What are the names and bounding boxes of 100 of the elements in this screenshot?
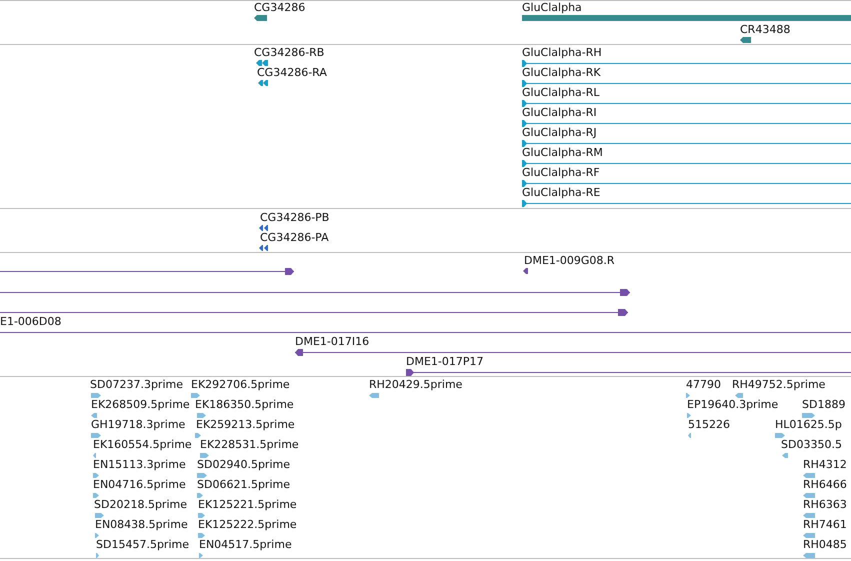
feature-label[interactable]: GluClalpha-RK [522,66,601,79]
est-marker[interactable] [198,532,205,538]
est-marker[interactable] [191,392,200,398]
transcript-glyph[interactable] [522,80,851,86]
est-marker[interactable] [687,412,691,418]
feature-label[interactable]: RH4312 [803,458,847,471]
est-marker[interactable] [803,552,815,558]
feature-label[interactable]: SD15457.5prime [96,538,189,551]
feature-label[interactable]: RH49752.5prime [732,378,826,391]
feature-label[interactable]: EK259213.5prime [196,418,295,431]
est-marker[interactable] [195,432,201,438]
feature-label[interactable]: CG34286-RA [257,66,327,79]
est-marker[interactable] [686,392,690,398]
feature-label[interactable]: EK160554.5prime [93,438,192,451]
feature-label[interactable]: SD1889 [802,398,846,411]
est-marker[interactable] [198,512,205,518]
feature-label[interactable]: DME1-017P17 [406,355,484,368]
feature-label[interactable]: DME1-009G08.R [524,254,615,267]
feature-label[interactable]: EK228531.5prime [200,438,299,451]
transcript-glyph[interactable] [522,120,851,126]
est-marker[interactable] [93,492,99,498]
feature-label[interactable]: EN04716.5prime [93,478,186,491]
protein-glyph[interactable] [259,225,268,231]
feature-label[interactable]: SD06621.5prime [197,478,290,491]
est-marker[interactable] [803,532,815,538]
feature-label[interactable]: RH20429.5prime [369,378,462,391]
feature-label[interactable]: CG34286-PB [260,211,330,224]
feature-label[interactable]: 515226 [688,418,730,431]
clone-line[interactable] [0,268,294,274]
est-marker[interactable] [93,472,99,478]
feature-label[interactable]: CR43488 [740,23,790,36]
est-marker[interactable] [688,432,691,438]
feature-label[interactable]: HL01625.5p [775,418,842,431]
est-marker[interactable] [95,532,99,538]
feature-label[interactable]: GluClalpha-RI [522,106,597,119]
est-marker[interactable] [91,392,101,398]
clone-line[interactable] [406,368,851,376]
transcript-glyph[interactable] [522,200,851,206]
transcript-glyph[interactable] [522,160,851,166]
transcript-glyph[interactable] [256,60,268,66]
est-marker[interactable] [91,412,97,418]
feature-label[interactable]: EN04517.5prime [199,538,292,551]
gene-glyph[interactable] [740,37,751,43]
feature-label[interactable]: SD20218.5prime [94,498,187,511]
feature-label[interactable]: RH7461 [803,518,847,531]
feature-label[interactable]: GluClalpha-RE [522,186,600,199]
est-marker[interactable] [197,492,203,498]
est-marker[interactable] [369,392,379,398]
est-marker[interactable] [803,472,815,478]
est-marker[interactable] [96,552,99,558]
protein-glyph[interactable] [259,245,268,251]
feature-label[interactable]: CG34286 [254,1,306,14]
gene-glyph[interactable] [254,15,267,21]
transcript-glyph[interactable] [522,180,851,186]
est-marker[interactable] [200,452,209,458]
est-marker[interactable] [91,432,101,438]
feature-label[interactable]: EK292706.5prime [191,378,290,391]
transcript-glyph[interactable] [258,80,268,86]
feature-label[interactable]: EP19640.3prime [687,398,778,411]
transcript-glyph[interactable] [522,100,851,106]
est-marker[interactable] [95,512,104,518]
feature-label[interactable]: GH19718.3prime [91,418,186,431]
feature-label[interactable]: GluClalpha-RM [522,146,603,159]
feature-label[interactable]: SD07237.3prime [90,378,183,391]
feature-label[interactable]: CG34286-PA [260,231,329,244]
feature-label[interactable]: RH6363 [803,498,847,511]
feature-label[interactable]: GluClalpha [522,1,582,14]
clone-line[interactable] [0,308,628,316]
feature-label[interactable]: EK186350.5prime [195,398,294,411]
feature-label[interactable]: RH0485 [803,538,847,551]
feature-label[interactable]: CG34286-RB [254,46,324,59]
est-marker[interactable] [735,392,743,398]
clone-line[interactable] [295,348,851,356]
clone-line[interactable] [0,288,630,296]
est-marker[interactable] [199,552,203,558]
feature-label[interactable]: EN08438.5prime [95,518,188,531]
feature-label[interactable]: 47790 [686,378,721,391]
est-marker[interactable] [93,452,96,458]
feature-label[interactable]: EK268509.5prime [91,398,190,411]
feature-label[interactable]: GluClalpha-RH [522,46,602,59]
clone-line[interactable] [523,268,528,274]
transcript-glyph[interactable] [522,60,851,66]
feature-label[interactable]: GluClalpha-RJ [522,126,597,139]
est-marker[interactable] [803,492,815,498]
feature-label[interactable]: GluClalpha-RF [522,166,600,179]
est-marker[interactable] [803,512,815,518]
feature-label[interactable]: EK125221.5prime [198,498,297,511]
feature-label[interactable]: SD02940.5prime [197,458,290,471]
feature-label[interactable]: EN15113.3prime [93,458,186,471]
est-marker[interactable] [782,452,788,458]
feature-label[interactable]: SD03350.5 [781,438,842,451]
est-marker[interactable] [802,412,815,418]
est-marker[interactable] [197,412,206,418]
feature-label[interactable]: RH6466 [803,478,847,491]
transcript-glyph[interactable] [522,140,851,146]
feature-label[interactable]: EK125222.5prime [198,518,297,531]
est-marker[interactable] [197,472,207,478]
feature-label[interactable]: E1-006D08 [0,315,62,328]
est-marker[interactable] [775,432,785,438]
feature-label[interactable]: GluClalpha-RL [522,86,600,99]
